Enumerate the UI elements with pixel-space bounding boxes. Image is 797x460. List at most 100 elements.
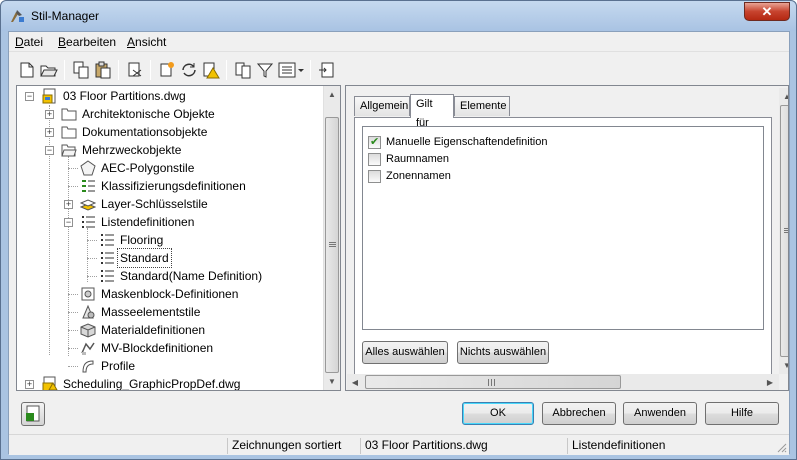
tree-label: Klassifizierungsdefinitionen — [101, 179, 246, 193]
new-icon[interactable] — [17, 60, 37, 80]
tree-connector — [68, 366, 78, 367]
tree-item-aec-polygonstile[interactable]: AEC-Polygonstile — [17, 159, 317, 177]
tree-connector — [87, 276, 97, 277]
classification-icon — [82, 180, 95, 192]
expand-icon[interactable]: + — [25, 380, 34, 389]
mass-element-icon — [82, 304, 95, 319]
purge-icon[interactable] — [125, 60, 145, 80]
toggle-view-button[interactable] — [21, 402, 45, 426]
scroll-thumb[interactable] — [365, 375, 621, 389]
tree-item-listendefinitionen[interactable]: − Listendefinitionen — [17, 213, 317, 231]
toolbar — [9, 54, 789, 84]
expand-icon[interactable]: + — [64, 200, 73, 209]
tab-allgemein[interactable]: Allgemein — [354, 96, 410, 116]
tree-label: Standard(Name Definition) — [120, 269, 263, 283]
menu-bar: Datei Bearbeiten Ansicht — [9, 32, 789, 52]
expand-icon[interactable]: + — [45, 128, 54, 137]
tree-item-mehrzweckobjekte[interactable]: − Mehrzweckobjekte — [17, 141, 317, 159]
window-title: Stil-Manager — [31, 9, 100, 23]
tree-item-klassifizierungsdefinitionen[interactable]: Klassifizierungsdefinitionen — [17, 177, 317, 195]
help-button[interactable]: Hilfe — [705, 402, 779, 425]
tree-item-flooring[interactable]: Flooring — [17, 231, 317, 249]
checkbox-unchecked[interactable] — [368, 153, 381, 166]
resize-grip-icon[interactable] — [775, 441, 787, 453]
tree-connector — [87, 240, 97, 241]
tree-item-root-drawing[interactable]: − 03 Floor Partitions.dwg — [17, 87, 317, 105]
scroll-thumb[interactable] — [780, 105, 788, 357]
checkbox-unchecked[interactable] — [368, 170, 381, 183]
client-area: Datei Bearbeiten Ansicht − 03 Floor Part… — [8, 31, 790, 455]
tree-label: Materialdefinitionen — [101, 323, 206, 337]
scroll-up-icon[interactable]: ▲ — [779, 88, 788, 105]
style-manager-icon — [11, 10, 24, 22]
folder-open-icon — [61, 144, 77, 157]
collapse-icon[interactable]: − — [45, 146, 54, 155]
drawing-view-icon — [26, 405, 40, 422]
applies-to-list[interactable]: Manuelle Eigenschaftendefinition Raumnam… — [362, 126, 764, 330]
collapse-icon[interactable]: − — [64, 218, 73, 227]
tree-label: Masseelementstile — [101, 305, 201, 319]
status-bar: Zeichnungen sortiert 03 Floor Partitions… — [9, 434, 789, 455]
list-view-icon[interactable] — [233, 60, 253, 80]
apply-button[interactable]: Anwenden — [623, 402, 697, 425]
copy-icon[interactable] — [71, 60, 91, 80]
properties-horizontal-scrollbar[interactable]: ◀ ▶ — [347, 374, 779, 390]
tree-item-mv-blockdefinitionen[interactable]: MV-Blockdefinitionen — [17, 339, 317, 357]
tree-item-maskenblock-definitionen[interactable]: Maskenblock-Definitionen — [17, 285, 317, 303]
title-bar[interactable]: Stil-Manager ✕ — [1, 1, 796, 31]
filter-icon[interactable] — [255, 60, 275, 80]
list-definition-icon — [101, 252, 114, 264]
tree-item-masseelementstile[interactable]: Masseelementstile — [17, 303, 317, 321]
collapse-icon[interactable]: − — [25, 92, 34, 101]
tree-item-profile[interactable]: Profile — [17, 357, 317, 375]
warning-icon[interactable] — [201, 60, 221, 80]
ok-button[interactable]: OK — [462, 402, 534, 425]
tree-vertical-scrollbar[interactable]: ▲ ▼ — [323, 86, 340, 390]
checkbox-checked[interactable] — [368, 135, 381, 149]
list-definition-icon — [82, 216, 95, 228]
tree-label: Scheduling_GraphicPropDef.dwg — [63, 377, 241, 391]
toolbar-separator — [310, 60, 311, 80]
menu-ansicht[interactable]: Ansicht — [127, 35, 166, 49]
tree-item-standard-name-definition[interactable]: Standard(Name Definition) — [17, 267, 317, 285]
scroll-left-icon[interactable]: ◀ — [347, 374, 363, 390]
tree-label: 03 Floor Partitions.dwg — [63, 89, 186, 103]
scroll-up-icon[interactable]: ▲ — [324, 86, 340, 103]
menu-datei[interactable]: Datei — [15, 35, 43, 49]
tree-item-scheduling-drawing[interactable]: + Scheduling_GraphicPropDef.dwg — [17, 375, 317, 391]
scroll-right-icon[interactable]: ▶ — [762, 374, 778, 390]
tree-label: Profile — [101, 359, 136, 373]
properties-vertical-scrollbar[interactable]: ▲ ▼ — [779, 88, 788, 374]
menu-bearbeiten[interactable]: Bearbeiten — [58, 35, 116, 49]
scroll-thumb[interactable] — [325, 117, 339, 373]
tree-label: Standard — [117, 248, 172, 268]
toolbar-separator — [226, 60, 227, 80]
style-tree[interactable]: − 03 Floor Partitions.dwg + Architektoni… — [16, 85, 341, 391]
expand-icon[interactable]: + — [45, 110, 54, 119]
switch-drawing-icon[interactable] — [317, 60, 337, 80]
select-none-button[interactable]: Nichts auswählen — [457, 341, 549, 364]
list-definition-icon — [101, 234, 114, 246]
tree-item-architektonische-objekte[interactable]: + Architektonische Objekte — [17, 105, 317, 123]
scroll-down-icon[interactable]: ▼ — [324, 373, 340, 390]
toolbar-separator — [118, 60, 119, 80]
tree-item-layer-schluesselstile[interactable]: + Layer-Schlüsselstile — [17, 195, 317, 213]
tab-elemente[interactable]: Elemente — [454, 96, 510, 116]
select-all-button[interactable]: Alles auswählen — [362, 341, 448, 364]
new-style-icon[interactable] — [157, 60, 177, 80]
tree-item-materialdefinitionen[interactable]: Materialdefinitionen — [17, 321, 317, 339]
tree-item-dokumentationsobjekte[interactable]: + Dokumentationsobjekte — [17, 123, 317, 141]
close-icon: ✕ — [761, 4, 773, 19]
paste-icon[interactable] — [93, 60, 113, 80]
status-selection: Listendefinitionen — [567, 438, 773, 454]
cancel-button[interactable]: Abbrechen — [542, 402, 616, 425]
close-button[interactable]: ✕ — [744, 2, 790, 21]
tree-label: Flooring — [120, 233, 164, 247]
synchronize-icon[interactable] — [179, 60, 199, 80]
tab-gilt-fuer[interactable]: Gilt für — [410, 94, 454, 129]
scroll-down-icon[interactable]: ▼ — [779, 357, 788, 374]
mv-block-icon — [81, 342, 95, 355]
tree-item-standard[interactable]: Standard — [17, 248, 317, 268]
view-toggle-icon[interactable] — [277, 60, 305, 80]
open-icon[interactable] — [39, 60, 59, 80]
